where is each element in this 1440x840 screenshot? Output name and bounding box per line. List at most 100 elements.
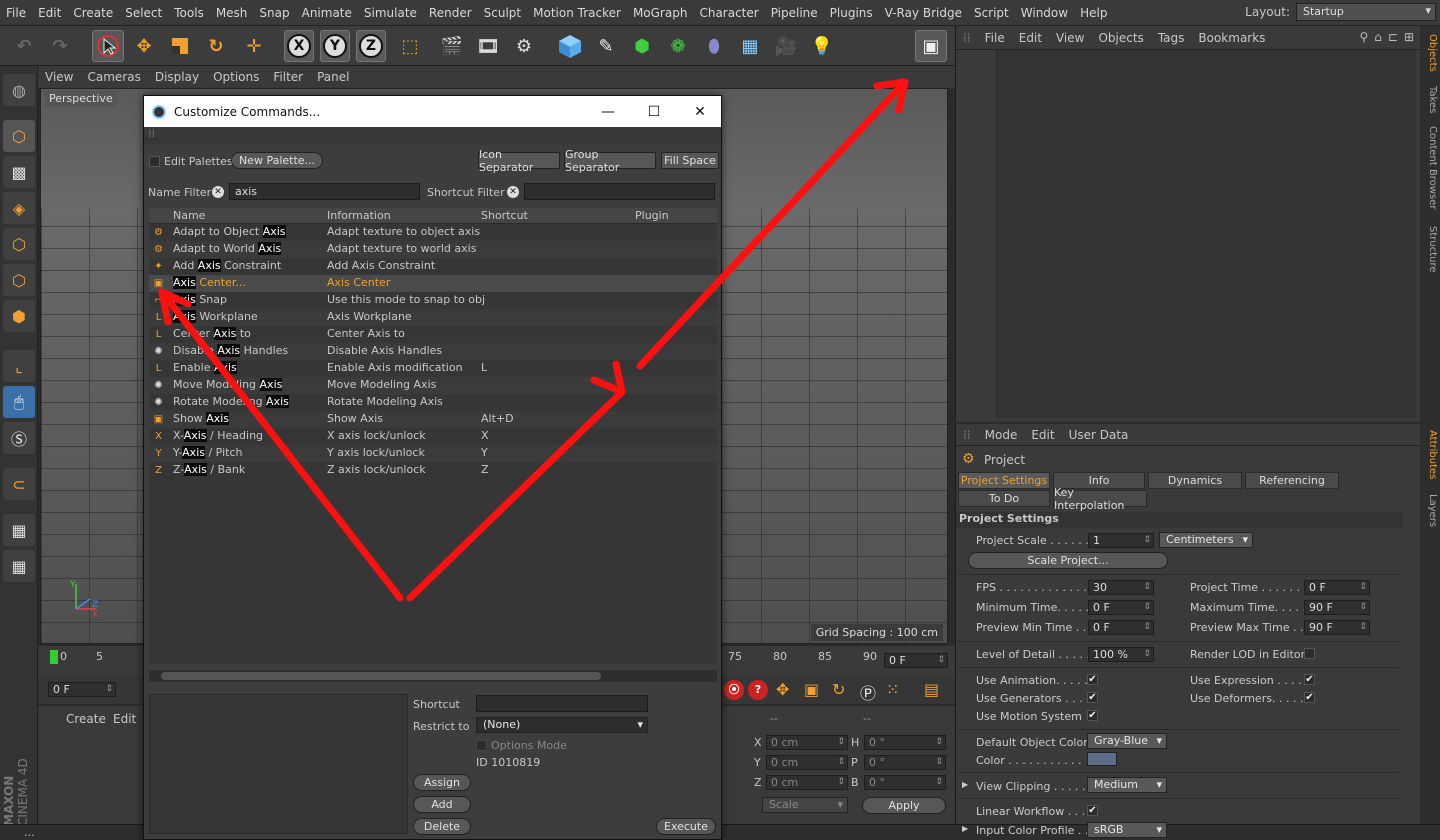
current-frame-field[interactable]: 0 F bbox=[48, 682, 116, 697]
select-tool-icon[interactable] bbox=[92, 30, 124, 62]
viewport-menu-filter[interactable]: Filter bbox=[266, 70, 310, 84]
menu-mesh[interactable]: Mesh bbox=[210, 6, 254, 20]
name-filter-input[interactable]: axis bbox=[229, 183, 420, 200]
command-row[interactable]: ✺ Move Modeling Axis Move Modeling Axis bbox=[149, 377, 717, 394]
coord-p-field[interactable]: 0 ° bbox=[864, 755, 946, 770]
coord-x-field[interactable]: 0 cm bbox=[766, 735, 848, 750]
expand-arrow-icon[interactable]: ▶ bbox=[962, 780, 968, 789]
bottom-menu-edit[interactable]: Edit bbox=[113, 712, 136, 726]
tab-content-browser[interactable]: Content Browser bbox=[1422, 126, 1438, 209]
key-move-icon[interactable]: ✥ bbox=[776, 680, 789, 699]
delete-button[interactable]: Delete bbox=[413, 818, 471, 835]
scale-tool-icon[interactable] bbox=[164, 30, 196, 62]
command-row[interactable]: ✺ Rotate Modeling Axis Rotate Modeling Axi… bbox=[149, 394, 717, 411]
command-row[interactable]: Y Y-Axis / Pitch Y axis lock/unlock Y bbox=[149, 445, 717, 462]
tab-attributes[interactable]: Attributes bbox=[1422, 430, 1438, 479]
shortcut-input[interactable] bbox=[476, 695, 648, 712]
render-picture-viewer-icon[interactable]: 🎞 bbox=[472, 30, 504, 62]
project-scale-field[interactable]: 1 bbox=[1088, 533, 1154, 548]
command-row[interactable]: ✺ Disable Axis Handles Disable Axis Handle… bbox=[149, 343, 717, 360]
viewport-menu-panel[interactable]: Panel bbox=[310, 70, 356, 84]
use-expression-checkbox[interactable]: ✔ bbox=[1304, 674, 1315, 685]
coord-h-field[interactable]: 0 ° bbox=[864, 735, 946, 750]
lock-icon[interactable]: ⊏ bbox=[1388, 30, 1398, 44]
use-animation-checkbox[interactable]: ✔ bbox=[1087, 674, 1098, 685]
object-list[interactable] bbox=[996, 50, 1416, 418]
fill-space-button[interactable]: Fill Space bbox=[661, 152, 719, 169]
camera-icon[interactable]: 🎥 bbox=[770, 30, 802, 62]
viewport-menu-cameras[interactable]: Cameras bbox=[80, 70, 147, 84]
x-axis-lock-button[interactable]: X bbox=[284, 30, 314, 62]
viewport-menu-display[interactable]: Display bbox=[148, 70, 206, 84]
make-editable-icon[interactable]: ◍ bbox=[3, 74, 35, 106]
home-icon[interactable]: ⌂ bbox=[1374, 30, 1382, 44]
enable-axis-icon[interactable]: ⌞ bbox=[3, 350, 35, 382]
menu-window[interactable]: Window bbox=[1015, 6, 1074, 20]
command-row[interactable]: L Center Axis to Center Axis to bbox=[149, 326, 717, 343]
tweak-mode-icon[interactable]: 🖱 bbox=[3, 386, 35, 418]
icon-separator-button[interactable]: Icon Separator bbox=[478, 148, 560, 174]
render-lod-checkbox[interactable] bbox=[1304, 648, 1315, 659]
coordinate-system-icon[interactable]: ⬚ bbox=[394, 30, 426, 62]
viewport-menu-options[interactable]: Options bbox=[206, 70, 266, 84]
tab-referencing[interactable]: Referencing bbox=[1245, 472, 1339, 489]
add-button[interactable]: Add bbox=[413, 796, 471, 813]
record-icon[interactable]: ⦿ bbox=[724, 680, 744, 700]
command-row[interactable]: X X-Axis / Heading X axis lock/unlock X bbox=[149, 428, 717, 445]
tab-takes[interactable]: Takes bbox=[1422, 86, 1438, 113]
project-scale-unit-dropdown[interactable]: Centimeters bbox=[1159, 532, 1253, 548]
y-axis-lock-button[interactable]: Y bbox=[320, 30, 350, 62]
menu-edit[interactable]: Edit bbox=[32, 6, 67, 20]
menu-render[interactable]: Render bbox=[423, 6, 478, 20]
project-time-field[interactable]: 0 F bbox=[1304, 580, 1370, 595]
command-row[interactable]: ⚙ Adapt to Object Axis Adapt texture to ob… bbox=[149, 224, 717, 241]
object-menu-edit[interactable]: Edit bbox=[1012, 31, 1049, 45]
preview-min-field[interactable]: 0 F bbox=[1088, 620, 1154, 635]
input-color-profile-dropdown[interactable]: sRGB bbox=[1087, 822, 1167, 838]
layout-dropdown[interactable]: Startup bbox=[1296, 3, 1436, 21]
command-row[interactable]: ⌐ Axis Snap Use this mode to snap to obj bbox=[149, 292, 717, 309]
tab-layers[interactable]: Layers bbox=[1422, 494, 1438, 527]
rotate-tool-icon[interactable]: ↻ bbox=[200, 30, 232, 62]
scale-project-button[interactable]: Scale Project... bbox=[968, 552, 1168, 569]
new-window-icon[interactable]: ⊞ bbox=[1404, 30, 1414, 44]
command-row[interactable]: L Axis Workplane Axis Workplane bbox=[149, 309, 717, 326]
apply-button[interactable]: Apply bbox=[862, 797, 946, 814]
command-row[interactable]: Z Z-Axis / Bank Z axis lock/unlock Z bbox=[149, 462, 717, 479]
key-param-icon[interactable]: Ⓟ bbox=[860, 680, 876, 704]
clear-name-filter-icon[interactable]: ✕ bbox=[212, 186, 224, 198]
coord-z-field[interactable]: 0 cm bbox=[766, 775, 848, 790]
pen-spline-icon[interactable]: ✎ bbox=[590, 30, 622, 62]
key-rotate-icon[interactable]: ↻ bbox=[832, 680, 845, 699]
menu-motion-tracker[interactable]: Motion Tracker bbox=[527, 6, 627, 20]
group-separator-button[interactable]: Group Separator bbox=[564, 148, 656, 174]
attr-menu-user-data[interactable]: User Data bbox=[1062, 428, 1136, 442]
tab-dynamics[interactable]: Dynamics bbox=[1148, 472, 1242, 489]
col-name[interactable]: Name bbox=[173, 209, 205, 222]
view-clipping-dropdown[interactable]: Medium bbox=[1087, 777, 1167, 793]
menu-animate[interactable]: Animate bbox=[296, 6, 358, 20]
menu-mograph[interactable]: MoGraph bbox=[627, 6, 694, 20]
new-palette-button[interactable]: New Palette... bbox=[231, 152, 323, 169]
menu-pipeline[interactable]: Pipeline bbox=[765, 6, 824, 20]
render-view-icon[interactable]: 🎬 bbox=[436, 30, 468, 62]
edges-mode-icon[interactable]: ⬡ bbox=[3, 264, 35, 296]
linear-workflow-checkbox[interactable]: ✔ bbox=[1087, 805, 1098, 816]
col-information[interactable]: Information bbox=[327, 209, 391, 222]
menu-script[interactable]: Script bbox=[968, 6, 1015, 20]
subdivision-icon[interactable]: ⬢ bbox=[626, 30, 658, 62]
command-row[interactable]: ▣ Show Axis Show Axis Alt+D bbox=[149, 411, 717, 428]
tab-project-settings[interactable]: Project Settings bbox=[958, 472, 1050, 489]
object-menu-bookmarks[interactable]: Bookmarks bbox=[1191, 31, 1272, 45]
tab-structure[interactable]: Structure bbox=[1422, 226, 1438, 273]
model-mode-icon[interactable]: ⬡ bbox=[3, 120, 35, 152]
object-menu-view[interactable]: View bbox=[1049, 31, 1091, 45]
menu-sculpt[interactable]: Sculpt bbox=[478, 6, 527, 20]
edit-palettes-checkbox[interactable] bbox=[149, 156, 160, 167]
minimum-time-field[interactable]: 0 F bbox=[1088, 600, 1154, 615]
key-scale-icon[interactable]: ▣ bbox=[804, 680, 819, 699]
close-icon[interactable]: ✕ bbox=[677, 96, 723, 127]
axis-center-toolbar-icon[interactable]: ▣ bbox=[915, 30, 947, 62]
level-of-detail-field[interactable]: 100 % bbox=[1088, 647, 1154, 662]
options-mode-checkbox[interactable] bbox=[476, 740, 487, 751]
